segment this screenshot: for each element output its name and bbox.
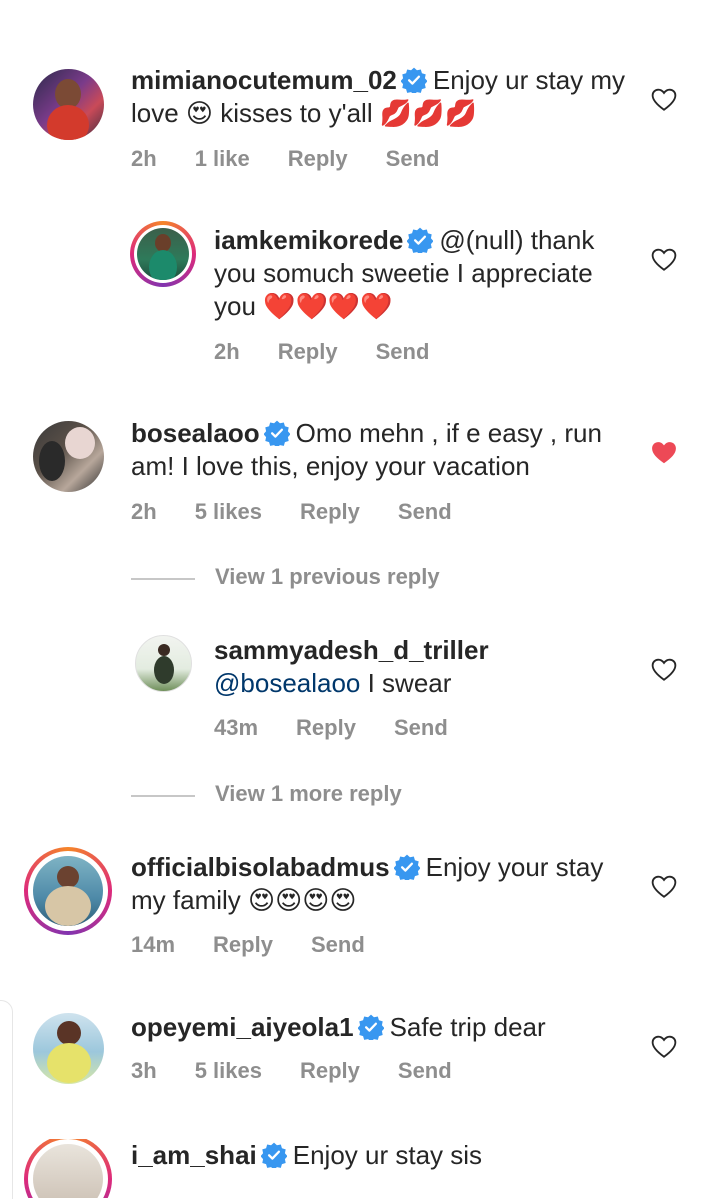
story-ring[interactable]	[130, 221, 196, 287]
reply-body: iamkemikorede @(null) thank you somuch sw…	[214, 224, 634, 323]
comment-body: officialbisolabadmus Enjoy your stay my f…	[131, 851, 631, 917]
comment-body: i_am_shai Enjoy ur stay sis	[131, 1139, 631, 1172]
mention-link[interactable]: @bosealaoo	[214, 668, 360, 698]
send-button[interactable]: Send	[376, 339, 430, 364]
heart-outline-icon[interactable]	[651, 248, 677, 272]
comment-text: I swear	[360, 668, 452, 698]
verified-badge-icon	[401, 67, 427, 93]
heart-outline-icon[interactable]	[651, 658, 677, 682]
reply-button[interactable]: Reply	[300, 1058, 360, 1083]
send-button[interactable]: Send	[398, 1058, 452, 1083]
verified-badge-icon	[264, 420, 290, 446]
send-button[interactable]: Send	[394, 715, 448, 740]
comment-time: 14m	[131, 932, 176, 957]
comment-username[interactable]: opeyemi_aiyeola1	[131, 1012, 354, 1042]
divider-line	[131, 795, 195, 797]
comment-time: 3h	[131, 1058, 157, 1083]
reply-button[interactable]: Reply	[278, 339, 338, 364]
verified-badge-icon	[407, 227, 433, 253]
comment-body: bosealaoo Omo mehn , if e easy , run am! …	[131, 417, 631, 483]
reply-body: sammyadesh_d_triller @bosealaoo I swear	[214, 634, 634, 700]
avatar	[137, 228, 189, 280]
comment-body: opeyemi_aiyeola1 Safe trip dear	[131, 1011, 631, 1044]
comment-username[interactable]: sammyadesh_d_triller	[214, 635, 489, 665]
comment-item: opeyemi_aiyeola1 Safe trip dear 3h 5 likes…	[0, 1011, 720, 1111]
comment-meta: 2h 5 likes Reply Send	[131, 499, 490, 525]
verified-badge-icon	[261, 1142, 287, 1168]
comment-time: 2h	[214, 339, 240, 364]
heart-filled-icon[interactable]	[651, 441, 677, 465]
story-ring[interactable]	[24, 1139, 112, 1198]
comment-meta: 2h Reply Send	[214, 339, 467, 365]
avatar[interactable]	[33, 69, 104, 140]
avatar	[33, 856, 103, 926]
comment-time: 43m	[214, 715, 259, 740]
comment-likes[interactable]: 1 like	[195, 146, 250, 171]
send-button[interactable]: Send	[311, 932, 365, 957]
comment-time: 2h	[131, 499, 157, 524]
story-ring[interactable]	[24, 847, 112, 935]
verified-badge-icon	[358, 1014, 384, 1040]
reply-button[interactable]: Reply	[213, 932, 273, 957]
comment-time: 2h	[131, 146, 157, 171]
verified-badge-icon	[394, 854, 420, 880]
comment-meta: 14m Reply Send	[131, 932, 403, 958]
send-button[interactable]: Send	[386, 146, 440, 171]
comment-meta: 43m Reply Send	[214, 715, 486, 741]
reply-button[interactable]: Reply	[300, 499, 360, 524]
view-previous-replies[interactable]: View 1 previous reply	[131, 564, 531, 594]
panel-edge	[0, 1000, 13, 1199]
comment-username[interactable]: i_am_shai	[131, 1140, 257, 1170]
avatar[interactable]	[33, 1013, 104, 1084]
comment-meta: 2h 1 like Reply Send	[131, 146, 477, 172]
comment-item: bosealaoo Omo mehn , if e easy , run am! …	[0, 417, 720, 537]
view-previous-replies-label: View 1 previous reply	[215, 564, 440, 589]
comment-body: mimianocutemum_02 Enjoy ur stay my love 😍…	[131, 64, 631, 130]
reply-item: iamkemikorede @(null) thank you somuch sw…	[0, 221, 720, 365]
heart-outline-icon[interactable]	[651, 1035, 677, 1059]
heart-outline-icon[interactable]	[651, 875, 677, 899]
view-more-replies-label: View 1 more reply	[215, 781, 402, 806]
reply-item: sammyadesh_d_triller @bosealaoo I swear 4…	[0, 634, 720, 744]
divider-line	[131, 578, 195, 580]
comment-username[interactable]: mimianocutemum_02	[131, 65, 397, 95]
comment-username[interactable]: iamkemikorede	[214, 225, 403, 255]
avatar[interactable]	[135, 635, 192, 692]
heart-outline-icon[interactable]	[651, 88, 677, 112]
avatar[interactable]	[33, 421, 104, 492]
comment-item: officialbisolabadmus Enjoy your stay my f…	[0, 847, 720, 971]
comment-username[interactable]: officialbisolabadmus	[131, 852, 390, 882]
comment-likes[interactable]: 5 likes	[195, 1058, 262, 1083]
comment-text: Enjoy ur stay sis	[292, 1140, 483, 1170]
comment-likes[interactable]: 5 likes	[195, 499, 262, 524]
comment-item: mimianocutemum_02 Enjoy ur stay my love 😍…	[0, 64, 720, 184]
view-more-replies[interactable]: View 1 more reply	[131, 781, 531, 811]
comment-text: Safe trip dear	[389, 1012, 546, 1042]
reply-button[interactable]: Reply	[296, 715, 356, 740]
comment-item: i_am_shai Enjoy ur stay sis	[0, 1139, 720, 1198]
reply-button[interactable]: Reply	[288, 146, 348, 171]
comment-username[interactable]: bosealaoo	[131, 418, 260, 448]
comment-meta: 3h 5 likes Reply Send	[131, 1058, 490, 1084]
send-button[interactable]: Send	[398, 499, 452, 524]
